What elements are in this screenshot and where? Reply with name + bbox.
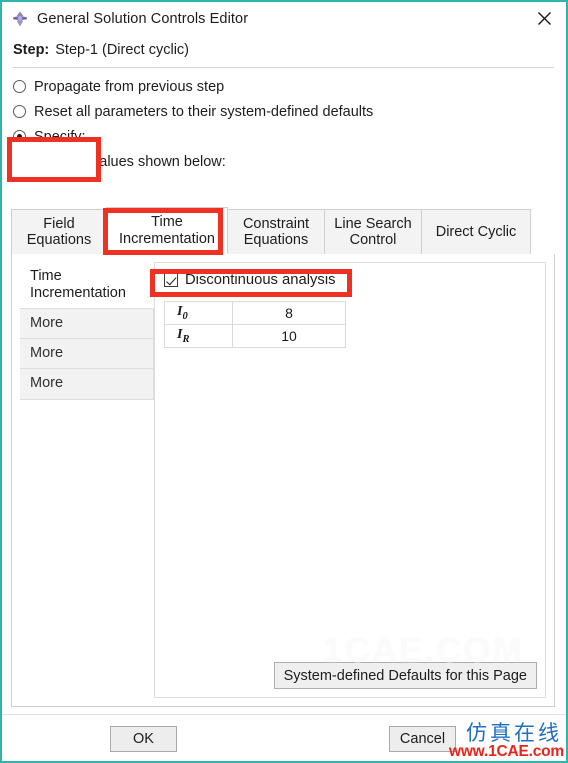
sub-tab-list: Time Incrementation More More More	[20, 262, 155, 698]
subtab-label: More	[30, 375, 64, 392]
subtab-label-line2: Incrementation	[30, 285, 126, 302]
param-key-IR: IR	[164, 324, 233, 348]
tab-label-line1: Constraint	[242, 215, 310, 232]
checkmark-icon	[164, 273, 178, 287]
tab-field-equations[interactable]: Field Equations	[11, 209, 107, 254]
title-bar: General Solution Controls Editor	[2, 2, 566, 35]
step-label: Step:	[13, 42, 50, 58]
param-value-IR[interactable]: 10	[232, 324, 346, 348]
propagation-radio-group: Propagate from previous step Reset all p…	[2, 68, 566, 149]
step-row: Step: Step-1 (Direct cyclic)	[2, 35, 566, 65]
subtab-label-line1: Time	[30, 268, 62, 284]
step-value: Step-1 (Direct cyclic)	[55, 42, 189, 58]
tab-line-search-control[interactable]: Line Search Control	[324, 209, 422, 254]
radio-reset-defaults[interactable]: Reset all parameters to their system-def…	[13, 99, 566, 124]
radio-icon	[13, 80, 26, 93]
subtab-time-incrementation[interactable]: Time Incrementation	[20, 262, 154, 310]
tab-direct-cyclic[interactable]: Direct Cyclic	[421, 209, 531, 254]
tab-label-line1: Line Search	[334, 215, 412, 232]
subtab-label: More	[30, 315, 64, 332]
system-defined-defaults-button[interactable]: System-defined Defaults for this Page	[273, 662, 537, 689]
detail-pane: Discontinuous analysis I0 8 IR 10 1CAE.C…	[155, 262, 546, 698]
tab-label-line1: Field	[43, 215, 75, 232]
ok-button[interactable]: OK	[110, 726, 177, 752]
tab-label-line2: Incrementation	[119, 230, 215, 247]
radio-icon	[13, 105, 26, 118]
tab-strip: Field Equations Time Incrementation Cons…	[11, 207, 555, 255]
tab-label-line2: Equations	[243, 232, 309, 248]
tab-label-line1: Direct Cyclic	[435, 223, 517, 240]
radio-icon-selected	[13, 130, 26, 143]
close-icon[interactable]	[522, 2, 566, 34]
abaqus-diamond-icon	[10, 9, 30, 29]
param-key-I0: I0	[164, 301, 233, 325]
subtab-empty-fill	[20, 417, 154, 698]
parameter-table: I0 8 IR 10	[164, 301, 346, 348]
table-row[interactable]: I0 8	[164, 301, 346, 325]
dialog-window: General Solution Controls Editor Step: S…	[0, 0, 568, 763]
checkbox-discontinuous-analysis[interactable]: Discontinuous analysis	[164, 272, 336, 288]
subtab-label: More	[30, 345, 64, 362]
tab-content-panel: Time Incrementation More More More Disco…	[11, 254, 555, 707]
tab-label-line2: Control	[349, 232, 397, 248]
radio-label: Reset all parameters to their system-def…	[34, 103, 374, 120]
tab-time-incrementation[interactable]: Time Incrementation	[106, 207, 228, 254]
subtab-more-1[interactable]: More	[20, 309, 154, 340]
dialog-footer: OK Cancel	[2, 714, 566, 761]
tab-label-line1: Time	[151, 214, 183, 231]
window-title: General Solution Controls Editor	[37, 10, 249, 27]
subscript: R	[182, 333, 190, 345]
subtab-more-3[interactable]: More	[20, 369, 154, 400]
table-row[interactable]: IR 10	[164, 324, 346, 348]
cancel-button[interactable]: Cancel	[389, 726, 456, 752]
propagated-values-note: Propagated values shown below:	[13, 154, 226, 170]
checkbox-label: Discontinuous analysis	[185, 272, 336, 288]
radio-label: Propagate from previous step	[34, 78, 225, 95]
tab-label-line2: Equations	[26, 232, 92, 248]
radio-label: Specify:	[34, 128, 86, 145]
subtab-more-2[interactable]: More	[20, 339, 154, 370]
param-value-I0[interactable]: 8	[232, 301, 346, 325]
radio-specify[interactable]: Specify:	[13, 124, 566, 149]
radio-propagate-previous-step[interactable]: Propagate from previous step	[13, 74, 566, 99]
subscript: 0	[182, 310, 188, 322]
tab-constraint-equations[interactable]: Constraint Equations	[227, 209, 325, 254]
